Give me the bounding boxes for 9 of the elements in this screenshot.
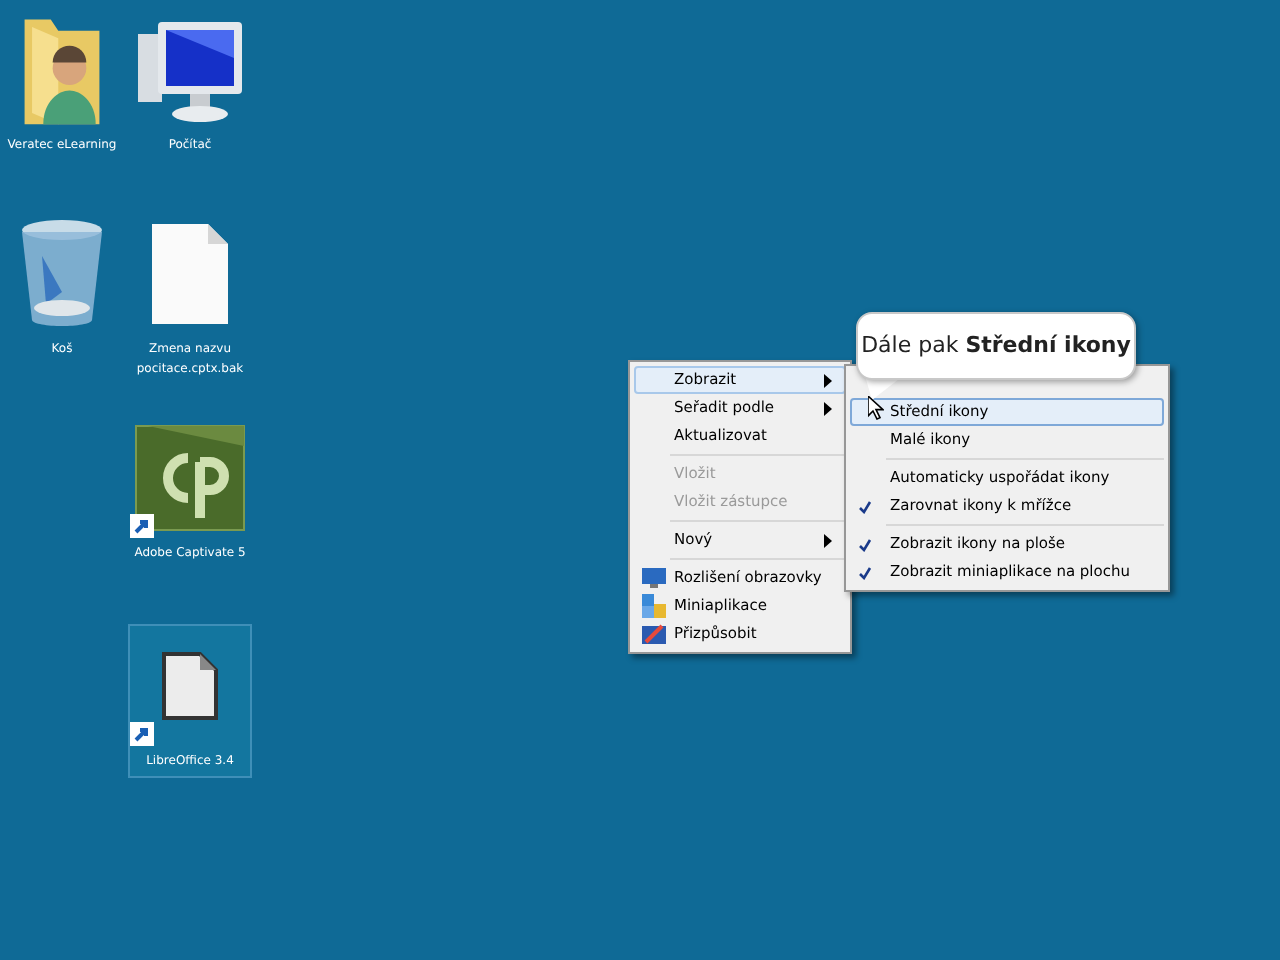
document-icon	[148, 220, 232, 328]
mouse-cursor-icon	[868, 396, 884, 420]
document-icon	[160, 650, 220, 722]
monitor-icon	[642, 566, 666, 590]
personalize-icon	[642, 622, 666, 646]
captivate-logo-icon	[132, 422, 248, 534]
callout-text: Dále pak Střední ikony	[861, 329, 1131, 362]
gadgets-icon	[642, 594, 666, 618]
recycle-bin-icon	[18, 216, 106, 332]
